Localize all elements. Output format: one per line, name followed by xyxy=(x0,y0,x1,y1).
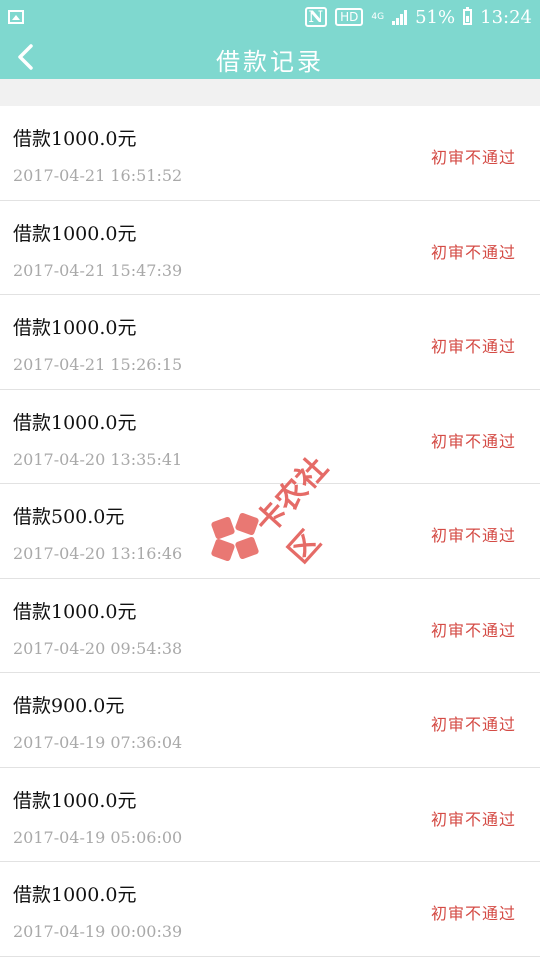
loan-timestamp: 2017-04-21 15:47:39 xyxy=(13,260,183,280)
page-title: 借款记录 xyxy=(216,48,324,76)
battery-percent: 51% xyxy=(415,6,456,28)
gallery-notification-icon xyxy=(8,10,24,24)
loan-amount: 借款1000.0元 xyxy=(13,789,137,812)
loan-status: 初审不通过 xyxy=(430,337,516,356)
loan-amount: 借款500.0元 xyxy=(13,506,125,528)
section-spacer xyxy=(0,79,540,106)
loan-status: 初审不通过 xyxy=(430,715,516,734)
loan-timestamp: 2017-04-20 13:35:41 xyxy=(13,449,183,469)
loan-amount: 借款1000.0元 xyxy=(13,884,137,906)
loan-timestamp: 2017-04-21 15:26:15 xyxy=(13,355,183,374)
loan-amount: 借款1000.0元 xyxy=(13,411,137,434)
signal-icon xyxy=(392,9,408,25)
loan-status: 初审不通过 xyxy=(430,620,516,640)
battery-icon xyxy=(463,7,473,25)
loan-amount: 借款900.0元 xyxy=(13,695,125,717)
loan-record-row[interactable]: 借款1000.0元 2017-04-19 05:06:00 初审不通过 xyxy=(0,767,540,862)
loan-record-row[interactable]: 借款1000.0元 2017-04-21 16:51:52 初审不通过 xyxy=(0,106,540,201)
hd-voice-icon: HD xyxy=(335,8,364,26)
loan-record-row[interactable]: 借款900.0元 2017-04-19 07:36:04 初审不通过 xyxy=(0,673,540,768)
app-header: 借款记录 xyxy=(0,34,540,79)
loan-record-row[interactable]: 借款1000.0元 2017-04-20 09:54:38 初审不通过 xyxy=(0,578,540,673)
loan-timestamp: 2017-04-19 05:06:00 xyxy=(13,827,183,847)
loan-status: 初审不通过 xyxy=(430,148,516,167)
loan-status: 初审不通过 xyxy=(430,242,516,262)
loan-timestamp: 2017-04-20 13:16:46 xyxy=(13,544,183,563)
nfc-icon: N xyxy=(304,7,328,27)
loan-timestamp: 2017-04-19 07:36:04 xyxy=(13,733,183,752)
loan-status: 初审不通过 xyxy=(430,904,516,923)
loan-status: 初审不通过 xyxy=(430,809,516,829)
loan-record-row[interactable]: 借款1000.0元 2017-04-20 13:35:41 初审不通过 xyxy=(0,389,540,484)
loan-record-list: 借款1000.0元 2017-04-21 16:51:52 初审不通过 借款1000.… xyxy=(0,106,540,957)
loan-status: 初审不通过 xyxy=(430,431,516,451)
loan-amount: 借款1000.0元 xyxy=(13,222,137,245)
loan-timestamp: 2017-04-19 00:00:39 xyxy=(13,922,183,941)
loan-timestamp: 2017-04-21 16:51:52 xyxy=(13,166,183,185)
loan-amount: 借款1000.0元 xyxy=(13,128,137,150)
network-type: 4G xyxy=(371,11,385,22)
loan-amount: 借款1000.0元 xyxy=(13,600,137,623)
loan-record-row[interactable]: 借款1000.0元 2017-04-21 15:47:39 初审不通过 xyxy=(0,200,540,295)
status-bar: N HD 4G 51% 13:24 xyxy=(0,0,540,34)
loan-status: 初审不通过 xyxy=(430,526,516,545)
loan-amount: 借款1000.0元 xyxy=(13,317,137,339)
loan-record-row[interactable]: 借款1000.0元 2017-04-19 00:00:39 初审不通过 xyxy=(0,862,540,957)
loan-record-row[interactable]: 借款500.0元 2017-04-20 13:16:46 初审不通过 xyxy=(0,484,540,579)
loan-record-row[interactable]: 借款1000.0元 2017-04-21 15:26:15 初审不通过 xyxy=(0,295,540,390)
clock: 13:24 xyxy=(480,6,532,28)
loan-timestamp: 2017-04-20 09:54:38 xyxy=(13,638,183,658)
